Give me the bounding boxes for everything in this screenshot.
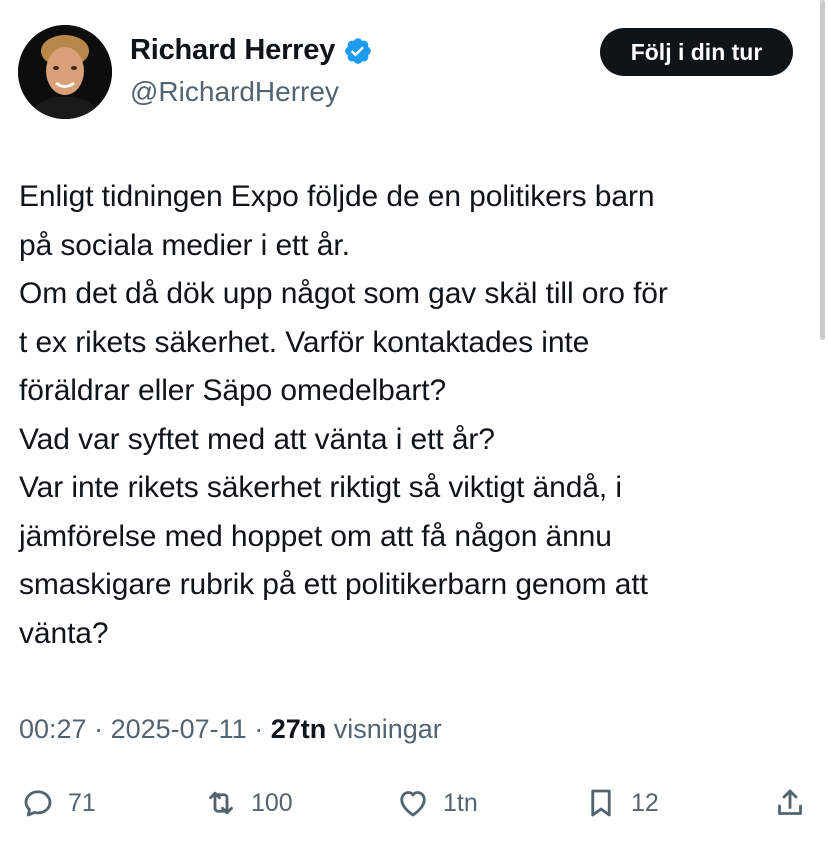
avatar[interactable] — [18, 25, 112, 119]
tweet-line: t ex rikets säkerhet. Varför kontaktades… — [19, 325, 590, 359]
like-icon — [395, 785, 431, 821]
follow-back-button[interactable]: Följ i din tur — [600, 28, 793, 76]
tweet-line: vänta? — [19, 616, 109, 650]
reply-button[interactable]: 71 — [20, 780, 96, 826]
share-icon — [772, 785, 808, 821]
verified-badge-icon — [343, 36, 373, 66]
repost-button[interactable]: 100 — [203, 780, 293, 826]
reply-count: 71 — [68, 788, 96, 817]
tweet-text: Enligt tidningen Expo följde de en polit… — [19, 173, 819, 658]
meta-separator: · — [86, 714, 111, 744]
post-time[interactable]: 00:27 — [19, 714, 87, 744]
share-button[interactable] — [772, 780, 808, 826]
action-bar: 71 100 1tn 12 — [0, 780, 828, 826]
reply-icon — [20, 785, 56, 821]
avatar-image — [18, 25, 112, 119]
tweet-line: smaskigare rubrik på ett politikerbarn g… — [19, 568, 648, 601]
tweet-line: Om det då dök upp något som gav skäl til… — [19, 277, 668, 310]
author-handle[interactable]: @RichardHerrey — [130, 76, 339, 108]
tweet-line: jämförelse med hoppet om att få någon än… — [19, 519, 612, 553]
meta-separator: · — [246, 714, 271, 744]
bookmark-icon — [583, 785, 619, 821]
tweet-line: Enligt tidningen Expo följde de en polit… — [19, 180, 655, 213]
like-button[interactable]: 1tn — [395, 780, 478, 826]
display-name[interactable]: Richard Herrey — [130, 34, 335, 67]
bookmark-count: 12 — [631, 788, 659, 817]
like-count: 1tn — [443, 788, 478, 817]
bookmark-button[interactable]: 12 — [583, 780, 659, 826]
repost-icon — [203, 785, 239, 821]
repost-count: 100 — [251, 788, 293, 817]
tweet-meta: 00:27 · 2025-07-11 · 27tn visningar — [19, 714, 442, 745]
tweet-line: Var inte rikets säkerhet riktigt så vikt… — [19, 471, 622, 504]
views-label: visningar — [333, 714, 442, 744]
post-date[interactable]: 2025-07-11 — [111, 714, 247, 744]
scrollbar[interactable] — [820, 0, 825, 340]
tweet-line: på sociala medier i ett år. — [19, 228, 350, 262]
views-count: 27tn — [270, 714, 327, 744]
author-row: Richard Herrey — [130, 34, 373, 67]
tweet-line: föräldrar eller Säpo omedelbart? — [19, 374, 447, 407]
tweet-line: Vad var syftet med att vänta i ett år? — [19, 422, 495, 456]
